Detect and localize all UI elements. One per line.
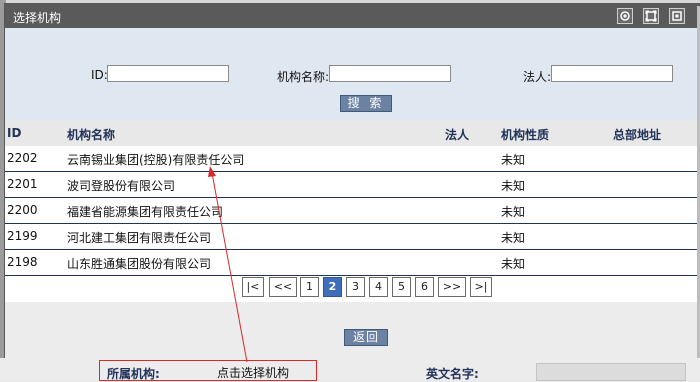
annotation-highlight-box [99, 360, 317, 381]
table-row[interactable]: 2202 云南锡业集团(控股)有限责任公司 未知 [5, 146, 699, 172]
restore-icon[interactable] [617, 8, 633, 24]
header-org-nature: 机构性质 [501, 128, 550, 142]
prev-page-button[interactable]: << [269, 277, 297, 297]
org-name-label: 机构名称: [277, 70, 330, 84]
cell-org-nature: 未知 [501, 231, 526, 245]
last-page-button[interactable]: >| [470, 277, 492, 297]
cell-id: 2201 [7, 177, 38, 191]
maximize-icon[interactable] [643, 8, 659, 24]
dialog-titlebar: 选择机构 [5, 4, 699, 29]
select-organization-dialog: 选择机构 ID: 机构名称: 法人: 搜 索 ID 机构名称 法人 机构性质 总… [4, 3, 700, 358]
legal-person-label: 法人: [523, 70, 552, 84]
table-header: ID 机构名称 法人 机构性质 总部地址 [5, 120, 699, 148]
id-input[interactable] [107, 65, 229, 82]
dialog-title: 选择机构 [13, 11, 62, 25]
pagination: |< << 1 2 3 4 5 6 >> >| [5, 277, 699, 299]
cell-org-nature: 未知 [501, 153, 526, 167]
cell-org-name[interactable]: 云南锡业集团(控股)有限责任公司 [67, 151, 244, 168]
cell-id: 2199 [7, 229, 38, 243]
first-page-button[interactable]: |< [242, 277, 264, 297]
page-3-button[interactable]: 3 [346, 277, 365, 297]
search-panel: ID: 机构名称: 法人: 搜 索 [5, 28, 699, 120]
cell-org-nature: 未知 [501, 257, 526, 271]
header-hq-address: 总部地址 [613, 128, 662, 142]
org-name-input[interactable] [329, 65, 451, 82]
search-button[interactable]: 搜 索 [340, 95, 392, 112]
dialog-footer: 返回 [5, 302, 699, 358]
next-page-button[interactable]: >> [438, 277, 466, 297]
page-1-button[interactable]: 1 [300, 277, 319, 297]
page-4-button[interactable]: 4 [369, 277, 388, 297]
cell-org-name[interactable]: 河北建工集团有限责任公司 [67, 229, 211, 246]
table-row[interactable]: 2200 福建省能源集团有限责任公司 未知 [5, 198, 699, 224]
page-6-button[interactable]: 6 [415, 277, 434, 297]
cell-id: 2202 [7, 151, 38, 165]
table-row[interactable]: 2198 山东胜通集团股份有限公司 未知 [5, 250, 699, 276]
cell-org-nature: 未知 [501, 205, 526, 219]
header-org-name: 机构名称 [67, 128, 116, 142]
table-row[interactable]: 2201 波司登股份有限公司 未知 [5, 172, 699, 198]
cell-id: 2198 [7, 255, 38, 269]
page-2-button[interactable]: 2 [323, 277, 342, 297]
page-5-button[interactable]: 5 [392, 277, 411, 297]
cell-org-nature: 未知 [501, 179, 526, 193]
english-name-label: 英文名字: [426, 367, 479, 381]
header-id: ID [7, 126, 22, 140]
table-row[interactable]: 2199 河北建工集团有限责任公司 未知 [5, 224, 699, 250]
id-label: ID: [91, 68, 108, 82]
legal-person-input[interactable] [551, 65, 673, 82]
english-name-input[interactable] [536, 363, 686, 381]
cell-org-name[interactable]: 福建省能源集团有限责任公司 [67, 203, 223, 220]
back-button[interactable]: 返回 [344, 329, 388, 346]
close-icon[interactable] [669, 8, 685, 24]
cell-org-name[interactable]: 波司登股份有限公司 [67, 177, 175, 194]
cell-org-name[interactable]: 山东胜通集团股份有限公司 [67, 255, 211, 272]
cell-id: 2200 [7, 203, 38, 217]
header-legal-person: 法人 [445, 128, 470, 142]
